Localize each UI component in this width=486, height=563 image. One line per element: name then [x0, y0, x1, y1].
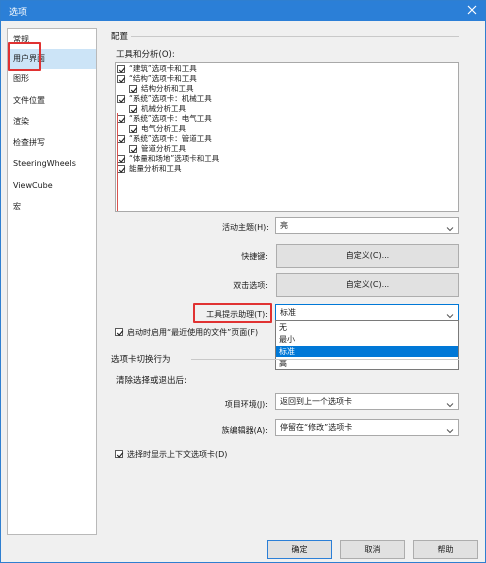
chevron-down-icon	[446, 424, 454, 434]
tools-tree[interactable]: “建筑”选项卡和工具 “结构”选项卡和工具 结构分析和工具 “系统”选项卡：机械…	[115, 62, 459, 212]
title-bar: 选项	[1, 1, 485, 21]
nav-item-label: 检查拼写	[13, 138, 45, 147]
chevron-down-icon	[446, 309, 454, 319]
tree-item-label: “系统”选项卡：管道工具	[129, 134, 212, 143]
theme-value: 亮	[280, 221, 288, 230]
nav-item-viewcube[interactable]: ViewCube	[8, 176, 96, 196]
ok-button[interactable]: 确定	[267, 540, 332, 559]
nav-item-steeringwheels[interactable]: SteeringWheels	[8, 154, 96, 174]
nav-item-graphics[interactable]: 图形	[8, 69, 96, 89]
customize-double-click-button[interactable]: 自定义(C)...	[276, 273, 459, 297]
nav-item-spelling[interactable]: 检查拼写	[8, 133, 96, 153]
checkbox[interactable]	[117, 65, 126, 73]
nav-item-label: SteeringWheels	[13, 159, 76, 168]
tree-item-label: 机械分析工具	[141, 104, 186, 113]
customize-shortcuts-button[interactable]: 自定义(C)...	[276, 244, 459, 268]
contextual-tab-label: 选择时显示上下文选项卡(D)	[127, 450, 228, 459]
help-button[interactable]: 帮助	[413, 540, 478, 559]
project-env-label: 项目环境(J):	[224, 400, 268, 409]
window-title: 选项	[9, 8, 28, 18]
project-env-select[interactable]: 返回到上一个选项卡	[275, 393, 459, 410]
tree-item-label: 管道分析工具	[141, 144, 186, 153]
tree-item-label: 能量分析和工具	[129, 164, 182, 173]
option-label: 高	[279, 359, 287, 368]
button-label: 自定义(C)...	[345, 280, 390, 289]
checkbox[interactable]	[117, 155, 126, 163]
tree-item-label: “建筑”选项卡和工具	[129, 64, 197, 73]
nav-item-file-locations[interactable]: 文件位置	[8, 91, 96, 111]
checkbox[interactable]	[129, 105, 138, 113]
checkbox[interactable]	[117, 75, 126, 83]
option-none[interactable]: 无	[276, 322, 458, 333]
nav-item-rendering[interactable]: 渲染	[8, 112, 96, 132]
tooltip-dropdown-list: 无 最小 标准 高	[275, 320, 459, 370]
checkbox[interactable]	[129, 85, 138, 93]
project-env-value: 返回到上一个选项卡	[280, 397, 352, 406]
nav-item-label: 图形	[13, 74, 29, 83]
tab-switch-heading: 选项卡切换行为	[111, 355, 171, 365]
double-click-label: 双击选项:	[233, 281, 268, 290]
button-label: 确定	[291, 545, 308, 554]
option-standard[interactable]: 标准	[276, 346, 458, 357]
option-label: 最小	[279, 335, 295, 344]
family-editor-value: 停留在“修改”选项卡	[280, 423, 353, 432]
checkbox[interactable]	[129, 145, 138, 153]
tooltip-value: 标准	[280, 308, 296, 317]
button-label: 帮助	[437, 545, 454, 554]
nav-item-macros[interactable]: 宏	[8, 197, 96, 217]
family-editor-label: 族编辑器(A):	[221, 426, 268, 435]
tree-item-label: “结构”选项卡和工具	[129, 74, 197, 83]
family-editor-select[interactable]: 停留在“修改”选项卡	[275, 419, 459, 436]
tree-item-label: “系统”选项卡：机械工具	[129, 94, 212, 103]
recent-files-checkbox[interactable]	[115, 328, 124, 336]
button-label: 自定义(C)...	[345, 251, 390, 260]
checkbox[interactable]	[117, 95, 126, 103]
theme-select[interactable]: 亮	[275, 217, 459, 234]
highlight-box	[8, 42, 41, 71]
group-divider	[191, 359, 459, 360]
shortcuts-label: 快捷键:	[241, 252, 268, 261]
checkbox[interactable]	[117, 115, 126, 123]
category-list: 常规 用户界面 图形 文件位置 渲染 检查拼写 SteeringWheels V…	[7, 28, 97, 535]
tree-item-label: 结构分析和工具	[141, 84, 194, 93]
close-icon[interactable]	[465, 3, 479, 17]
nav-item-label: ViewCube	[13, 181, 53, 190]
config-heading: 配置	[111, 32, 129, 42]
chevron-down-icon	[446, 222, 454, 232]
tree-item-label: “体量和场地”选项卡和工具	[129, 154, 220, 163]
checkbox[interactable]	[117, 135, 126, 143]
option-label: 无	[279, 323, 287, 332]
theme-label: 活动主题(H):	[222, 223, 269, 232]
button-label: 取消	[364, 545, 381, 554]
contextual-tab-checkbox[interactable]	[115, 450, 124, 458]
tree-item-label: “系统”选项卡：电气工具	[129, 114, 212, 123]
option-minimal[interactable]: 最小	[276, 334, 458, 345]
option-label: 标准	[279, 347, 295, 356]
tree-item-label: 电气分析工具	[141, 124, 186, 133]
annotation-line	[117, 113, 118, 211]
cancel-button[interactable]: 取消	[340, 540, 405, 559]
highlight-box	[193, 303, 272, 323]
chevron-down-icon	[446, 398, 454, 408]
checkbox[interactable]	[129, 125, 138, 133]
nav-item-label: 宏	[13, 202, 21, 211]
group-divider	[131, 36, 459, 37]
nav-item-label: 渲染	[13, 117, 29, 126]
tools-label: 工具和分析(O):	[116, 50, 175, 60]
options-dialog: 选项 常规 用户界面 图形 文件位置 渲染 检查拼写 SteeringWheel…	[0, 0, 486, 563]
clear-selection-label: 清除选择或退出后:	[116, 376, 187, 386]
nav-item-label: 文件位置	[13, 96, 45, 105]
recent-files-label: 启动时启用“最近使用的文件”页面(F)	[127, 328, 259, 337]
checkbox[interactable]	[117, 165, 126, 173]
tooltip-select[interactable]: 标准	[275, 304, 459, 321]
